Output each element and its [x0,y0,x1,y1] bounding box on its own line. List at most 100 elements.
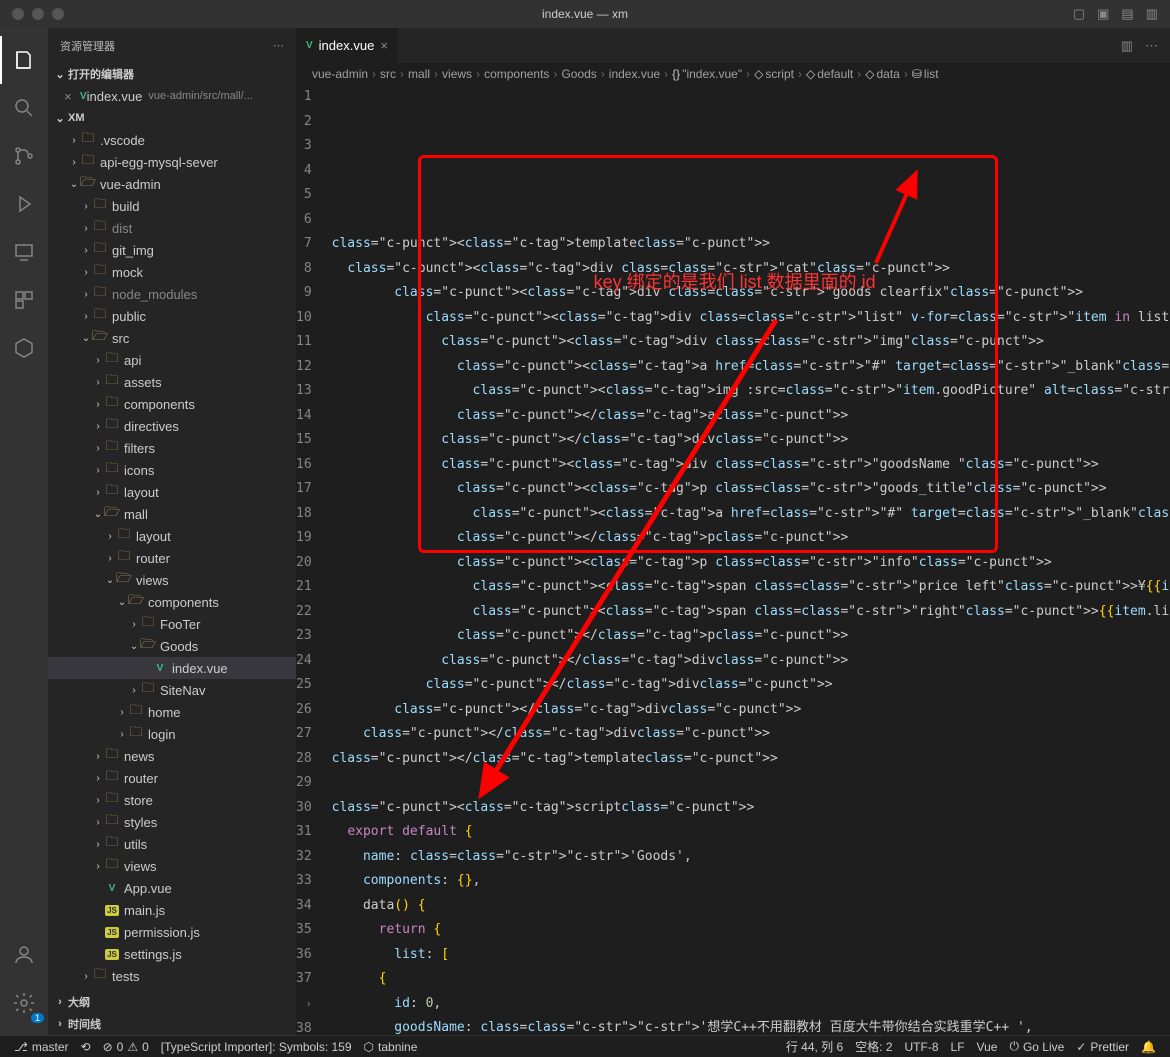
eol[interactable]: LF [945,1038,971,1055]
tree-item-App.vue[interactable]: VApp.vue [48,877,296,899]
code-content[interactable]: key 绑定的是我们 list 数据里面的 id class="c-punct"… [326,85,1170,1035]
panel-toggle-icon[interactable]: ▢ [1073,6,1085,22]
breadcrumb-item[interactable]: Goods [561,67,596,81]
tree-item-utils[interactable]: ›🗀utils [48,833,296,855]
tree-item-api[interactable]: ›🗀api [48,349,296,371]
explorer-icon[interactable] [0,36,48,84]
close-icon[interactable]: × [64,89,80,104]
breadcrumb-item[interactable]: views [442,67,472,81]
breadcrumb-item[interactable]: ⛁list [912,67,939,81]
editor-tab[interactable]: V index.vue × [296,28,399,63]
tree-item-router[interactable]: ›🗀router [48,767,296,789]
tree-item-views[interactable]: ⌄🗁views [48,569,296,591]
tree-item-home[interactable]: ›🗀home [48,701,296,723]
sidebar-title: 资源管理器 [60,38,115,54]
tree-item-.vscode[interactable]: ›🗀.vscode [48,129,296,151]
problems[interactable]: ⊘0 ⚠0 [97,1040,155,1054]
ts-importer[interactable]: [TypeScript Importer]: Symbols: 159 [155,1040,358,1054]
breadcrumb-item[interactable]: src [380,67,396,81]
folder-icon: 🗀 [104,745,120,767]
tree-item-filters[interactable]: ›🗀filters [48,437,296,459]
breadcrumb-item[interactable]: ◇script [754,67,794,81]
tree-item-vue-admin[interactable]: ⌄🗁vue-admin [48,173,296,195]
open-editor-item[interactable]: × V index.vue vue-admin/src/mall/... [48,85,296,107]
go-live[interactable]: ⏻ Go Live [1003,1038,1070,1055]
tree-item-styles[interactable]: ›🗀styles [48,811,296,833]
minimize-window[interactable] [32,8,44,20]
tree-item-api-egg-mysql-sever[interactable]: ›🗀api-egg-mysql-sever [48,151,296,173]
tree-item-node_modules[interactable]: ›🗀node_modules [48,283,296,305]
indentation[interactable]: 空格: 2 [849,1038,898,1055]
search-icon[interactable] [0,84,48,132]
breadcrumb-item[interactable]: vue-admin [312,67,368,81]
breadcrumb-item[interactable]: ◇data [865,67,900,81]
code-editor[interactable]: 1234567891011121314151617181920212223242… [296,85,1170,1035]
tree-item-router[interactable]: ›🗀router [48,547,296,569]
maximize-window[interactable] [52,8,64,20]
tree-item-SiteNav[interactable]: ›🗀SiteNav [48,679,296,701]
sync-icon[interactable]: ⟲ [75,1040,97,1054]
hexagon-icon[interactable] [0,324,48,372]
tree-item-mall[interactable]: ⌄🗁mall [48,503,296,525]
breadcrumb-item[interactable]: {}"index.vue" [672,67,742,81]
layout-controls[interactable]: ▢ ▣ ▤ ▥ [1073,6,1170,22]
close-window[interactable] [12,8,24,20]
breadcrumb-item[interactable]: ◇default [806,67,853,81]
breadcrumbs[interactable]: vue-admin›src›mall›views›components›Good… [296,63,1170,85]
more-icon[interactable]: ⋯ [273,39,284,52]
tree-item-views[interactable]: ›🗀views [48,855,296,877]
tree-item-assets[interactable]: ›🗀assets [48,371,296,393]
extensions-icon[interactable] [0,276,48,324]
language-mode[interactable]: Vue [971,1038,1004,1055]
tree-item-index.vue[interactable]: Vindex.vue [48,657,296,679]
source-control-icon[interactable] [0,132,48,180]
breadcrumb-item[interactable]: mall [408,67,430,81]
panel-toggle-icon[interactable]: ▣ [1097,6,1109,22]
settings-icon[interactable] [0,979,48,1027]
tree-item-src[interactable]: ⌄🗁src [48,327,296,349]
tree-item-components[interactable]: ›🗀components [48,393,296,415]
folder-open-icon: 🗁 [116,569,132,591]
cursor-position[interactable]: 行 44, 列 6 [780,1038,849,1055]
breadcrumb-item[interactable]: index.vue [609,67,660,81]
tree-item-login[interactable]: ›🗀login [48,723,296,745]
activity-bar [0,28,48,1035]
tree-item-main.js[interactable]: JSmain.js [48,899,296,921]
tree-item-icons[interactable]: ›🗀icons [48,459,296,481]
panel-toggle-icon[interactable]: ▤ [1121,6,1133,22]
tree-item-directives[interactable]: ›🗀directives [48,415,296,437]
tree-item-git_img[interactable]: ›🗀git_img [48,239,296,261]
tree-item-layout[interactable]: ›🗀layout [48,481,296,503]
debug-icon[interactable] [0,180,48,228]
tree-item-public[interactable]: ›🗀public [48,305,296,327]
tree-item-components[interactable]: ⌄🗁components [48,591,296,613]
tree-item-dist[interactable]: ›🗀dist [48,217,296,239]
timeline-section[interactable]: › 时间线 [48,1013,296,1035]
outline-section[interactable]: › 大纲 [48,991,296,1013]
close-tab-icon[interactable]: × [380,38,388,53]
project-section[interactable]: ⌄ XM [48,107,296,129]
tree-item-FooTer[interactable]: ›🗀FooTer [48,613,296,635]
tabnine[interactable]: ⬡ tabnine [358,1040,424,1054]
more-icon[interactable]: ⋯ [1145,38,1158,54]
remote-icon[interactable] [0,228,48,276]
prettier[interactable]: ✓ Prettier [1070,1038,1135,1055]
git-branch[interactable]: ⎇ master [8,1040,75,1054]
tree-item-news[interactable]: ›🗀news [48,745,296,767]
tree-item-build[interactable]: ›🗀build [48,195,296,217]
panel-toggle-icon[interactable]: ▥ [1146,6,1158,22]
tree-item-mock[interactable]: ›🗀mock [48,261,296,283]
tree-item-tests[interactable]: ›🗀tests [48,965,296,987]
tree-item-Goods[interactable]: ⌄🗁Goods [48,635,296,657]
tree-item-store[interactable]: ›🗀store [48,789,296,811]
open-editors-section[interactable]: ⌄ 打开的编辑器 [48,63,296,85]
encoding[interactable]: UTF-8 [899,1038,945,1055]
tree-item-layout[interactable]: ›🗀layout [48,525,296,547]
notifications-icon[interactable]: 🔔 [1135,1038,1162,1055]
breadcrumb-item[interactable]: components [484,67,549,81]
tree-item-permission.js[interactable]: JSpermission.js [48,921,296,943]
tree-item-settings.js[interactable]: JSsettings.js [48,943,296,965]
split-editor-icon[interactable]: ▥ [1121,38,1133,54]
window-controls[interactable] [0,8,64,20]
account-icon[interactable] [0,931,48,979]
